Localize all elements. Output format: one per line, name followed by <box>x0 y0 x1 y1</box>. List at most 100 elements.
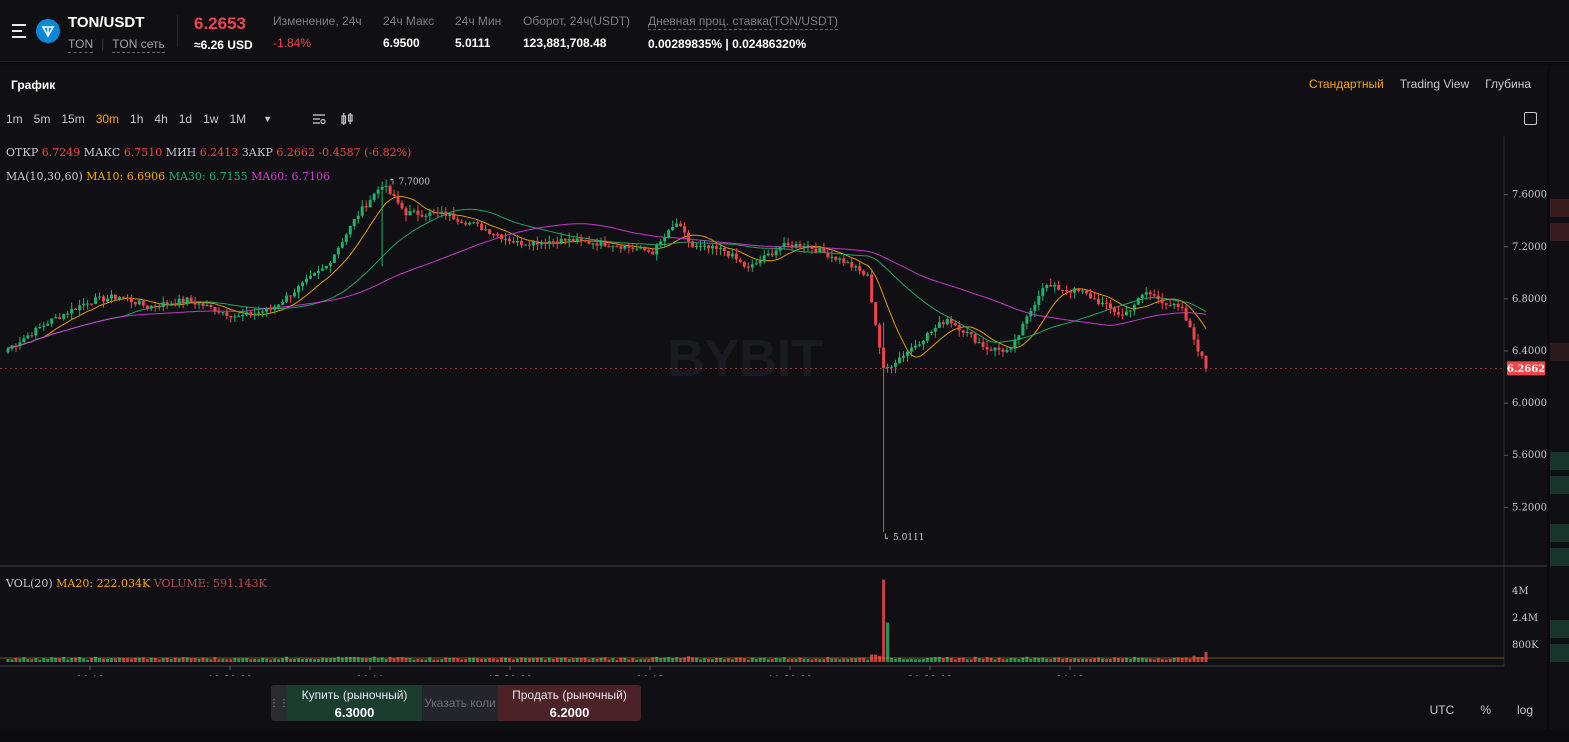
buy-price: 6.3000 <box>334 705 375 720</box>
volume-bar <box>531 658 535 662</box>
candle-body <box>332 254 336 263</box>
candle-body <box>1180 306 1184 308</box>
volume-bar <box>993 659 997 662</box>
network-info-link[interactable]: TON сеть <box>112 37 165 53</box>
candle-body <box>965 331 969 333</box>
percent-toggle[interactable]: % <box>1480 703 1491 717</box>
candle-type-icon[interactable] <box>340 112 354 126</box>
market-buy-button[interactable]: Купить (рыночный) 6.3000 <box>287 685 422 721</box>
candle-body <box>1124 311 1128 316</box>
tf-15m[interactable]: 15m <box>61 112 84 126</box>
volume-bar <box>237 658 241 662</box>
tf-1h[interactable]: 1h <box>130 112 143 126</box>
candle-body <box>1037 295 1041 305</box>
candle-body <box>376 189 380 194</box>
candle-body <box>643 246 647 251</box>
fullscreen-icon[interactable] <box>1524 112 1537 125</box>
candle-body <box>293 292 297 297</box>
volume-bar <box>607 659 611 662</box>
candle-body <box>269 308 273 310</box>
candle-body <box>141 300 145 306</box>
utc-toggle[interactable]: UTC <box>1430 703 1455 717</box>
candle-body <box>74 308 78 310</box>
coin-info-link[interactable]: TON <box>68 37 94 53</box>
stat-value: 0.00289835% | 0.02486320% <box>648 37 807 51</box>
tf-1M[interactable]: 1M <box>229 112 246 126</box>
candle-body <box>523 244 527 246</box>
candle-body <box>985 346 989 350</box>
price-tick-label: 7.2000 <box>1512 242 1547 253</box>
candle-body <box>1021 323 1025 336</box>
candle-body <box>1017 335 1021 340</box>
volume-bar <box>539 657 543 662</box>
volume-bar <box>265 658 269 662</box>
tf-1m[interactable]: 1m <box>6 112 23 126</box>
volume-bar <box>308 658 312 662</box>
candle-body <box>627 245 631 248</box>
tab-standard[interactable]: Стандартный <box>1309 77 1384 91</box>
quantity-input[interactable]: Указать коли <box>422 685 498 721</box>
candle-body <box>82 303 86 306</box>
candle-body <box>70 308 74 314</box>
stat-label: Оборот, 24ч(USDT) <box>523 14 631 28</box>
candle-body <box>774 250 778 256</box>
volume-bar <box>125 658 129 662</box>
volume-bar <box>10 659 14 662</box>
low-label: МИН <box>165 146 197 159</box>
stat-daily-rate[interactable]: Дневная проц. ставка(TON/USDT) 0.0028983… <box>648 14 839 51</box>
candle-body <box>989 349 993 351</box>
candle-body <box>1049 285 1053 287</box>
volume-bar <box>898 657 902 662</box>
log-toggle[interactable]: log <box>1517 703 1533 717</box>
candle-body <box>567 239 571 241</box>
price-chart[interactable]: BYBIT 7.6000 7.2000 6.8000 6.4000 6.0000 5.60… <box>0 136 1547 676</box>
candle-body <box>109 294 113 299</box>
volume-bar <box>225 659 229 662</box>
candle-body <box>607 246 611 248</box>
volume-bar <box>305 658 308 662</box>
change-value: -0.4587 (-6.82%) <box>318 146 412 159</box>
tf-1d[interactable]: 1d <box>179 112 192 126</box>
volume-bar <box>1148 658 1152 662</box>
drag-handle-icon[interactable]: ⋮⋮ <box>271 685 289 721</box>
vol-label: VOL(20) <box>6 577 53 590</box>
volume-bar <box>197 658 201 662</box>
candle-body <box>189 297 193 302</box>
candle-body <box>448 213 452 216</box>
candle-body <box>1093 298 1097 300</box>
menu-icon[interactable] <box>12 24 28 38</box>
stat-label[interactable]: Дневная проц. ставка(TON/USDT) <box>648 14 839 30</box>
candle-body <box>599 240 603 246</box>
tf-5m[interactable]: 5m <box>34 112 51 126</box>
candle-body <box>734 253 738 260</box>
chart-panel: График Стандартный Trading View Глубина … <box>0 66 1547 730</box>
volume-bar <box>643 659 647 662</box>
tf-30m[interactable]: 30m <box>96 112 119 126</box>
volume-bar <box>619 657 623 662</box>
tab-trading-view[interactable]: Trading View <box>1400 77 1469 91</box>
market-sell-button[interactable]: Продать (рыночный) 6.2000 <box>498 685 641 721</box>
candle-body <box>281 301 285 305</box>
candle-body <box>420 214 424 217</box>
more-timeframes-caret-icon[interactable]: ▼ <box>263 114 272 124</box>
ma-lines <box>7 195 1207 358</box>
high-label: МАКС <box>83 146 121 159</box>
candle-body <box>22 338 26 343</box>
candle-body <box>185 297 189 303</box>
candle-body <box>54 317 58 319</box>
ohlc-readout: ОТКР 6.7249 МАКС 6.7510 МИН 6.2413 ЗАКР … <box>6 146 411 159</box>
candle-body <box>551 241 555 243</box>
volume-bar <box>34 658 38 662</box>
volume-bar <box>249 659 253 662</box>
volume-bar <box>464 659 468 662</box>
pair-selector[interactable]: TON/USDT <box>68 14 144 31</box>
orderbook-row-edge <box>1550 620 1569 638</box>
volume-bar <box>886 622 890 662</box>
indicators-icon[interactable] <box>312 112 326 126</box>
tab-depth[interactable]: Глубина <box>1485 77 1531 91</box>
volume-bar <box>718 657 722 662</box>
volume-bar <box>102 658 106 662</box>
tf-1w[interactable]: 1w <box>203 112 218 126</box>
candle-body <box>571 239 575 242</box>
tf-4h[interactable]: 4h <box>154 112 167 126</box>
